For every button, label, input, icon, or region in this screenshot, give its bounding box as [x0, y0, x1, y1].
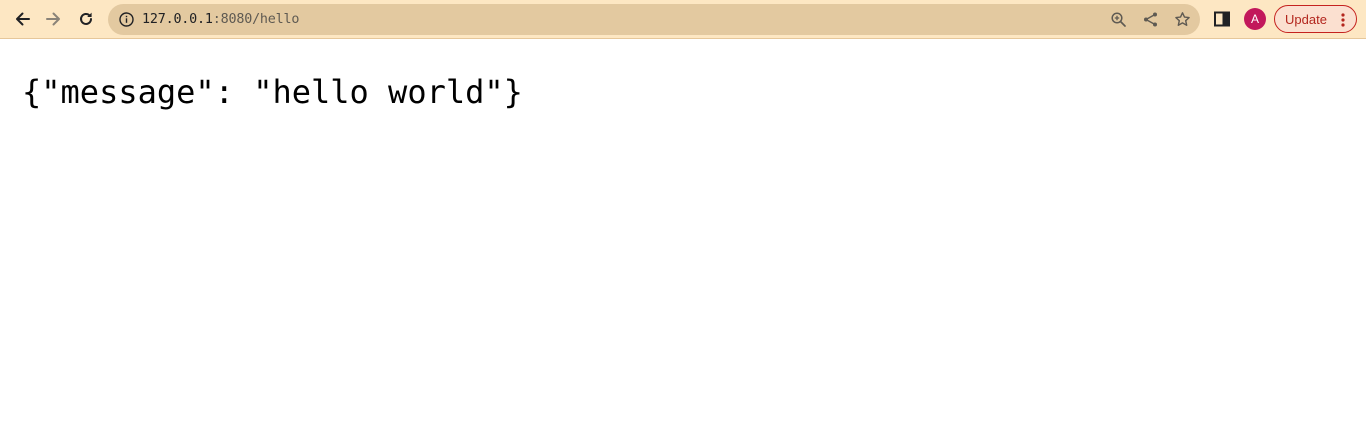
back-arrow-icon: [16, 12, 30, 26]
update-button-label: Update: [1285, 12, 1327, 27]
info-icon[interactable]: [118, 11, 135, 28]
back-button[interactable]: [8, 6, 36, 32]
url-path: :8080/hello: [212, 12, 300, 27]
url-text[interactable]: 127.0.0.1:8080/hello: [142, 11, 299, 28]
address-bar[interactable]: 127.0.0.1:8080/hello: [108, 4, 1200, 35]
reload-icon: [80, 12, 92, 25]
profile-avatar[interactable]: A: [1244, 8, 1266, 30]
reload-button[interactable]: [72, 6, 100, 32]
browser-toolbar: 127.0.0.1:8080/hello A Update: [0, 0, 1366, 39]
side-panel-icon[interactable]: [1213, 10, 1231, 28]
zoom-icon[interactable]: [1110, 11, 1127, 28]
json-response-text: {"message": "hello world"}: [22, 73, 523, 111]
url-host: 127.0.0.1: [142, 12, 213, 27]
forward-button[interactable]: [40, 6, 68, 32]
star-icon[interactable]: [1174, 11, 1191, 28]
forward-arrow-icon: [46, 12, 60, 26]
update-button[interactable]: Update: [1274, 5, 1357, 33]
more-vertical-icon: [1341, 13, 1345, 27]
share-icon[interactable]: [1142, 11, 1159, 28]
